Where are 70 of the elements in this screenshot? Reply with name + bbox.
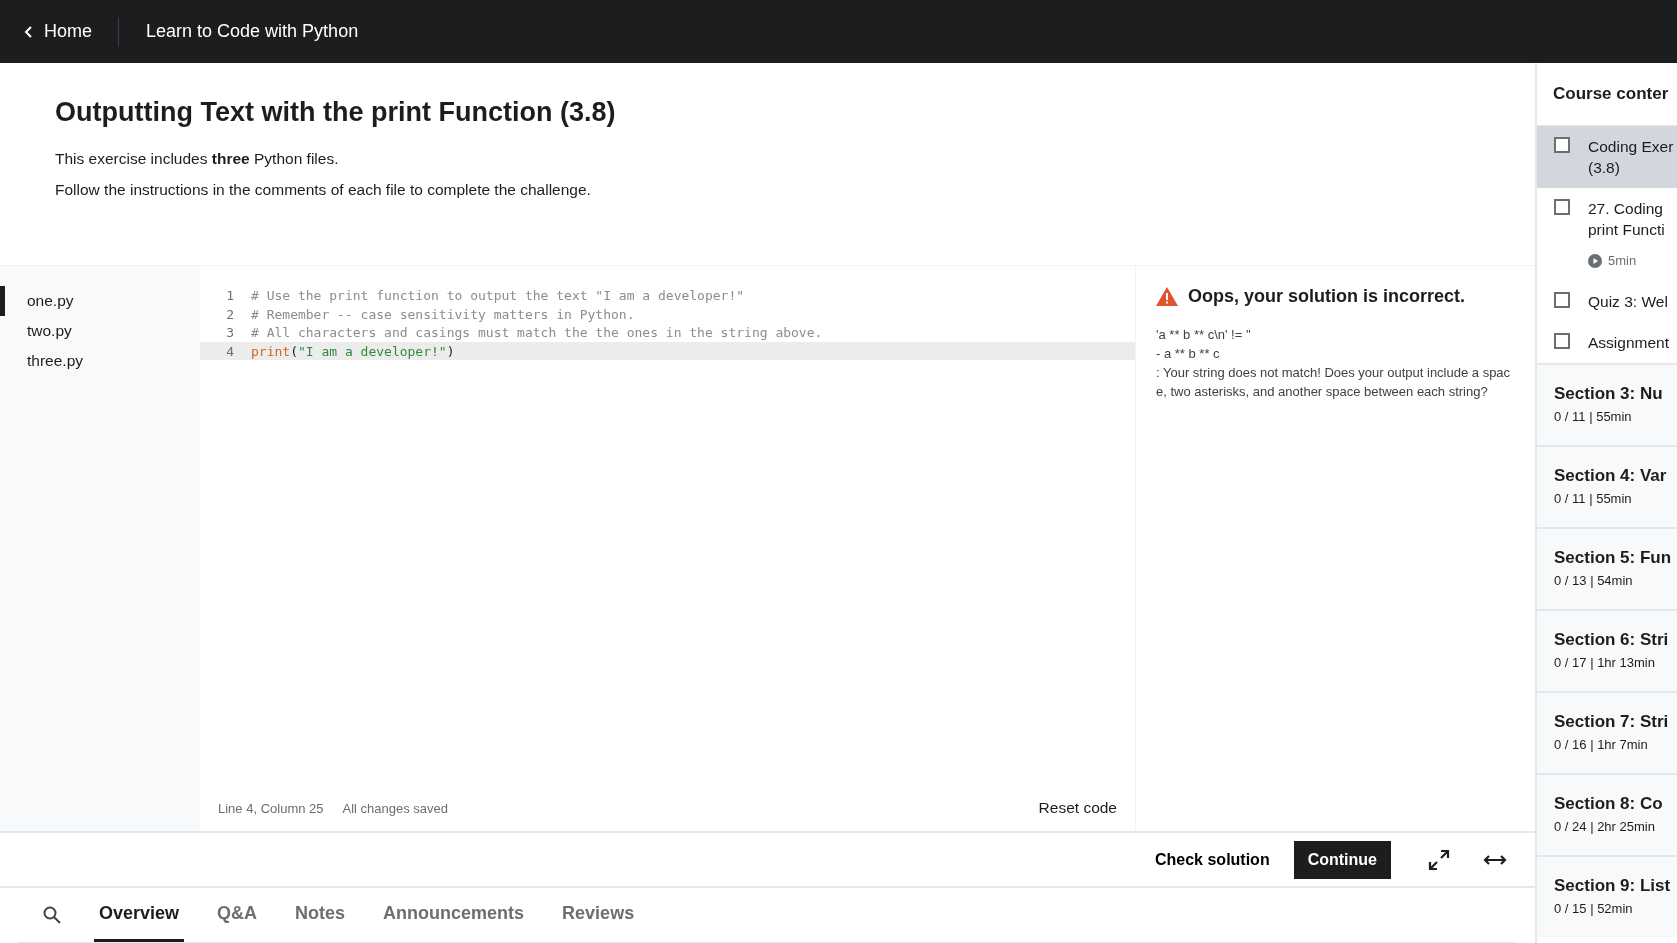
error-message: - a ** b ** c — [1156, 345, 1221, 364]
instruction-text: Follow the instructions in the comments of each file to complete the challenge. — [55, 181, 592, 199]
home-link[interactable]: Home — [0, 16, 119, 47]
section-title: Section 9: List — [1554, 876, 1672, 896]
section-header[interactable]: Section 7: Stri 0 / 16 | 1hr 7min — [1537, 691, 1677, 773]
checkbox[interactable] — [1554, 333, 1570, 349]
section-title: Section 5: Fun — [1554, 548, 1673, 568]
expand-button[interactable] — [1427, 847, 1451, 872]
reset-code-button[interactable]: Reset code — [1038, 799, 1117, 818]
tab[interactable]: Notes — [290, 888, 351, 942]
checkbox[interactable] — [1554, 292, 1570, 308]
lecture-item[interactable]: Coding Exer (3.8) — [1537, 126, 1677, 188]
section-header[interactable]: Section 5: Fun 0 / 13 | 54min — [1537, 527, 1677, 609]
lecture-title: (3.8) — [1588, 158, 1621, 178]
section-title: Section 4: Var — [1554, 466, 1668, 486]
line-number: 3 — [225, 325, 235, 341]
file-tab[interactable]: three.py — [0, 346, 200, 377]
warning-icon — [1156, 287, 1178, 307]
chevron-left-icon — [24, 25, 34, 38]
continue-button[interactable]: Continue — [1293, 840, 1391, 879]
section-title: Section 6: Stri — [1554, 630, 1670, 650]
tab[interactable]: Announcements — [378, 888, 530, 942]
section-title: Section 8: Co — [1554, 794, 1664, 814]
section-header[interactable]: Section 8: Co 0 / 24 | 2hr 25min — [1537, 773, 1677, 855]
exercise-title: Outputting Text with the print Function (3.8) — [55, 97, 617, 128]
code-line: # Use the print function to output the text "I am a developer!" — [251, 288, 745, 304]
check-solution-button[interactable]: Check solution — [1149, 849, 1276, 870]
error-title: Oops, your solution is incorrect. — [1188, 286, 1466, 308]
checkbox[interactable] — [1554, 199, 1570, 215]
duration: 5min — [1608, 252, 1637, 270]
section-title: Section 3: Nu — [1554, 384, 1664, 404]
section-meta: 0 / 16 | 1hr 7min — [1554, 737, 1649, 752]
section-meta: 0 / 24 | 2hr 25min — [1554, 819, 1656, 834]
section-header[interactable]: Section 3: Nu 0 / 11 | 55min — [1537, 363, 1677, 445]
lecture-title: print Functi — [1588, 220, 1665, 240]
code-line: # All characters and casings must match the the ones in the string above. — [251, 325, 823, 341]
search-icon — [42, 905, 62, 926]
line-number: 1 — [225, 288, 235, 304]
play-icon — [1588, 253, 1602, 268]
expand-icon — [1427, 847, 1451, 872]
file-tab[interactable]: one.py — [0, 286, 200, 317]
line-number: 2 — [225, 306, 235, 322]
section-meta: 0 / 11 | 55min — [1554, 491, 1633, 506]
save-status: All changes saved — [342, 800, 449, 816]
section-header[interactable]: Section 6: Stri 0 / 17 | 1hr 13min — [1537, 609, 1677, 691]
tab[interactable]: Reviews — [557, 888, 640, 942]
cursor-position: Line 4, Column 25 — [218, 800, 324, 816]
section-header[interactable]: Section 4: Var 0 / 11 | 55min — [1537, 445, 1677, 527]
lecture-title: Quiz 3: Wel — [1588, 292, 1668, 312]
section-meta: 0 / 11 | 55min — [1554, 409, 1633, 424]
line-number: 4 — [225, 343, 235, 359]
instruction-text: This exercise includes three Python files. — [55, 150, 340, 168]
section-title: Section 7: Stri — [1554, 712, 1670, 732]
lecture-title: Coding Exer — [1588, 137, 1674, 157]
checkbox[interactable] — [1554, 137, 1570, 153]
lecture-title: Assignment — [1588, 333, 1669, 353]
tab[interactable]: Q&A — [212, 888, 263, 942]
code-line: # Remember -- case sensitivity matters in Python. — [251, 306, 635, 322]
section-meta: 0 / 13 | 54min — [1554, 573, 1634, 588]
file-tab[interactable]: two.py — [0, 316, 200, 347]
section-header[interactable]: Section 9: List 0 / 15 | 52min — [1537, 855, 1677, 937]
course-title: Learn to Code with Python — [145, 21, 359, 42]
section-meta: 0 / 17 | 1hr 13min — [1554, 655, 1656, 670]
search-button[interactable] — [42, 905, 62, 926]
section-meta: 0 / 15 | 52min — [1554, 901, 1634, 916]
code-line: print("I am a developer!") — [251, 343, 455, 359]
lecture-title: 27. Coding — [1588, 199, 1664, 219]
tab[interactable]: Overview — [94, 888, 185, 942]
error-message: : Your string does not match! Does your output include a space, two asterisks, and another space between each string? — [1156, 364, 1512, 402]
error-message: 'a ** b ** c\n' != '' — [1156, 326, 1252, 345]
